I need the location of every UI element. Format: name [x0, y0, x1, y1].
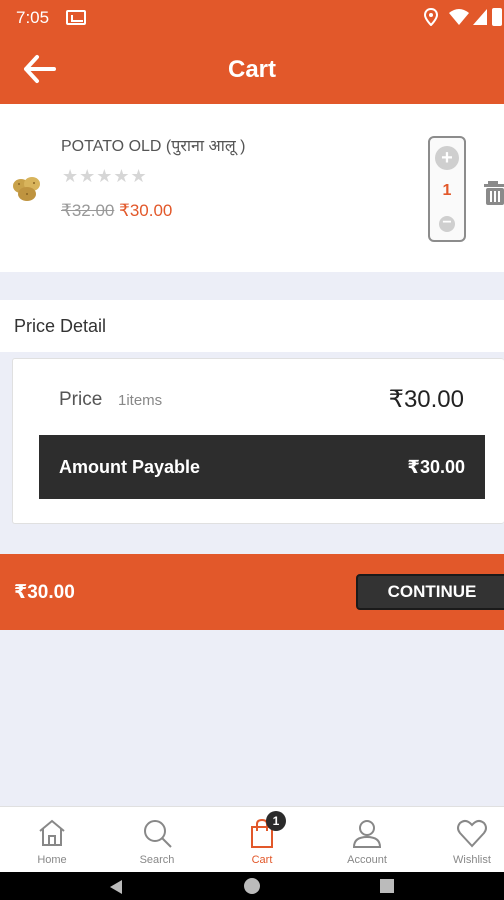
quantity-value: 1: [442, 182, 452, 199]
tab-wishlist[interactable]: Wishlist: [422, 807, 504, 873]
continue-button[interactable]: CONTINUE: [356, 574, 504, 610]
system-home-icon[interactable]: [244, 878, 260, 894]
rating-stars: ★★★★★: [62, 166, 148, 186]
price-detail-title: Price Detail: [14, 316, 107, 336]
system-navigation-bar: [0, 872, 504, 900]
tab-account[interactable]: Account: [317, 807, 417, 873]
wifi-icon: [449, 9, 469, 25]
bottom-navigation: Home Search 1 Cart Account Wishlist: [0, 806, 504, 872]
price-detail-header: Price Detail: [0, 300, 504, 352]
decrease-quantity-button[interactable]: −: [439, 215, 455, 232]
amount-payable-row: Amount Payable ₹30.00: [39, 435, 485, 499]
delete-icon[interactable]: [484, 178, 504, 206]
search-icon: [144, 820, 172, 848]
status-time: 7:05: [16, 8, 50, 27]
product-mrp: ₹32.00: [61, 201, 115, 220]
product-name[interactable]: POTATO OLD (पुराना आलू ): [61, 134, 245, 156]
item-count: 1items: [118, 392, 163, 409]
heart-icon: [457, 819, 487, 848]
price-detail-card: Price 1items ₹30.00 Amount Payable ₹30.0…: [12, 358, 504, 524]
price-label: Price: [59, 389, 103, 410]
tab-home-label: Home: [37, 854, 67, 866]
tab-home[interactable]: Home: [2, 807, 102, 873]
battery-icon: [492, 8, 502, 26]
cart-item: POTATO OLD (पुराना आलू ) ★★★★★ ₹32.00 ₹3…: [0, 104, 504, 272]
potato-product-image[interactable]: [10, 174, 44, 204]
tab-cart-label: Cart: [251, 854, 273, 866]
tab-account-label: Account: [347, 854, 387, 866]
tab-search[interactable]: Search: [107, 807, 207, 873]
quantity-stepper: + 1 −: [428, 136, 466, 242]
amount-payable-label: Amount Payable: [59, 457, 201, 477]
system-recents-icon[interactable]: [380, 879, 394, 893]
message-icon: [66, 10, 86, 25]
status-bar: 7:05: [0, 0, 504, 34]
price-value: ₹30.00: [388, 386, 464, 413]
location-icon: [424, 8, 438, 26]
app-bar: Cart: [0, 34, 504, 104]
checkout-bar: ₹30.00 CONTINUE: [0, 554, 504, 630]
tab-wishlist-label: Wishlist: [453, 854, 491, 866]
account-icon: [352, 820, 382, 848]
page-title: Cart: [227, 56, 276, 83]
system-back-icon[interactable]: [110, 880, 122, 894]
checkout-total: ₹30.00: [14, 582, 75, 603]
signal-icon: [473, 9, 487, 25]
cart-count-badge: 1: [266, 811, 286, 831]
tab-cart[interactable]: 1 Cart: [212, 807, 312, 873]
increase-quantity-button[interactable]: +: [435, 146, 459, 170]
tab-search-label: Search: [139, 854, 175, 866]
home-icon: [39, 819, 65, 846]
product-price: ₹30.00: [119, 201, 173, 220]
amount-payable-value: ₹30.00: [407, 457, 465, 477]
